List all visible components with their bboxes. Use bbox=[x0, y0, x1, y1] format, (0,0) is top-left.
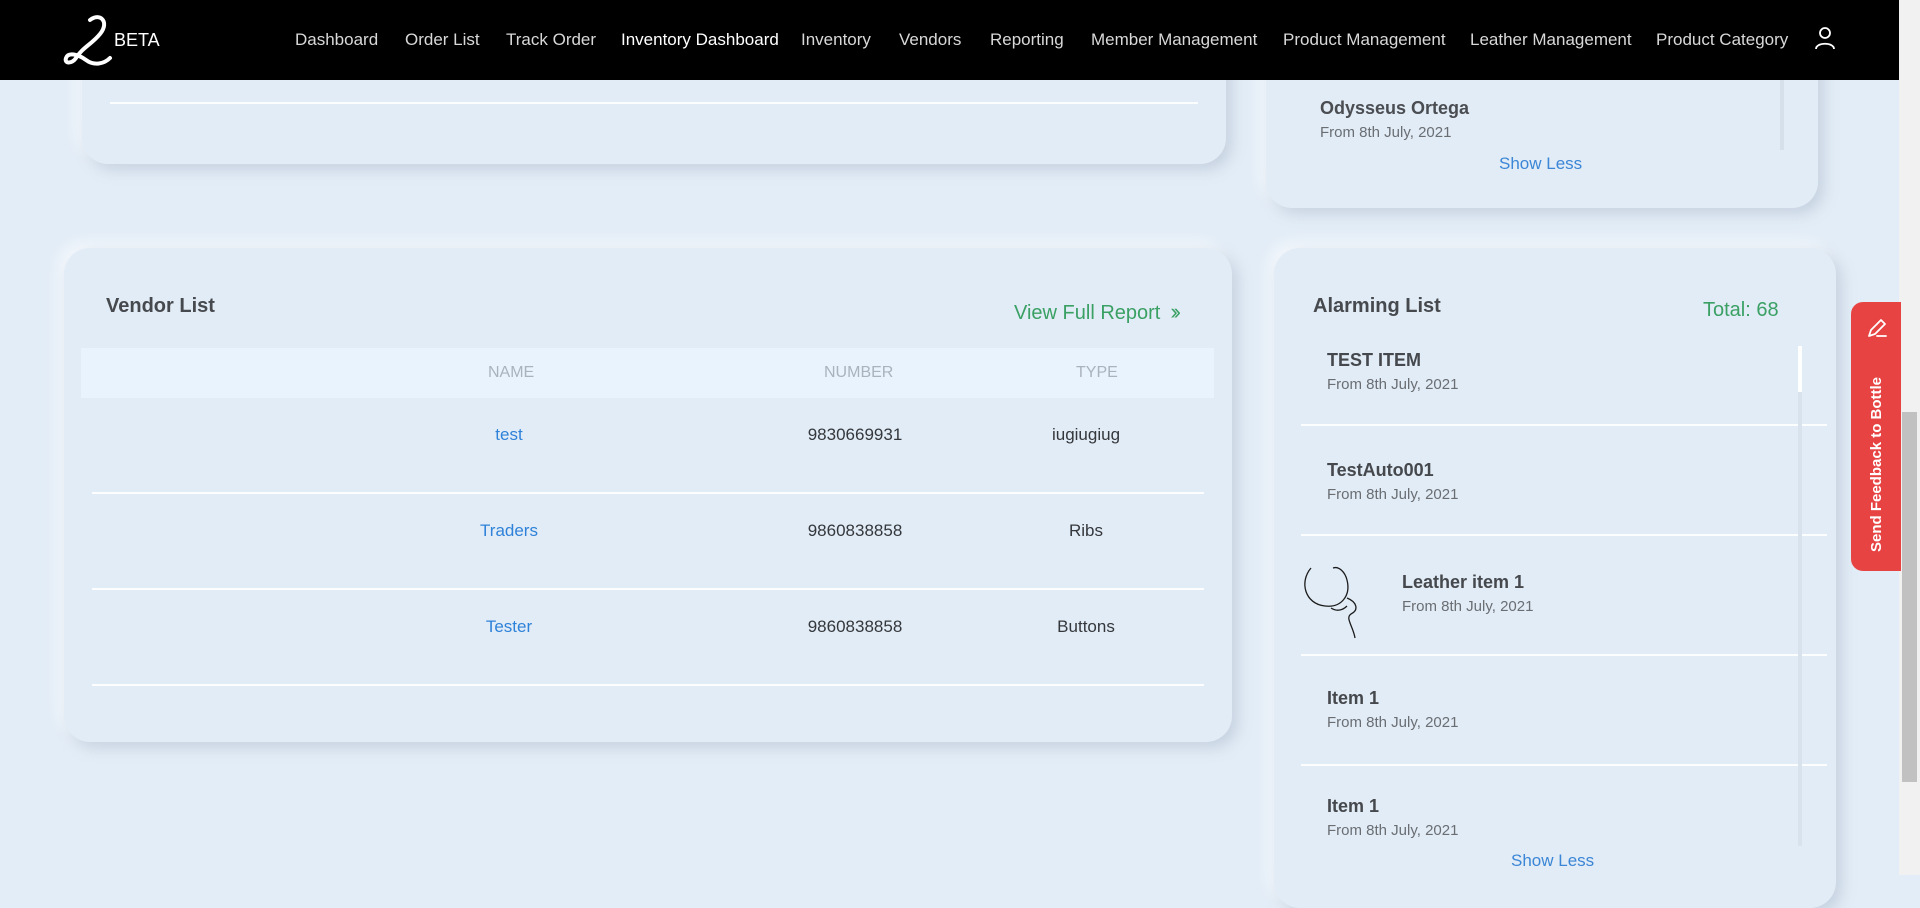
view-full-report-label: View Full Report bbox=[1014, 302, 1161, 324]
alarm-item-date: From 8th July, 2021 bbox=[1327, 376, 1459, 393]
nav-vendors[interactable]: Vendors bbox=[899, 30, 961, 50]
alarm-item-name: TEST ITEM bbox=[1327, 350, 1421, 370]
vendor-type: Ribs bbox=[1068, 521, 1104, 540]
send-feedback-label: Send Feedback to Bottle bbox=[1868, 376, 1885, 552]
vendor-type: iugiugiug bbox=[1051, 425, 1121, 444]
alarm-item-name: Item 1 bbox=[1327, 796, 1380, 816]
list-item[interactable]: Item 1 From 8th July, 2021 bbox=[1301, 768, 1827, 848]
alarm-item-date: From 8th July, 2021 bbox=[1402, 598, 1534, 615]
column-header-number: NUMBER bbox=[824, 364, 894, 381]
alarm-item-date: From 8th July, 2021 bbox=[1327, 486, 1459, 503]
list-item[interactable]: TestAuto001 From 8th July, 2021 bbox=[1301, 428, 1827, 536]
logo-icon[interactable] bbox=[60, 14, 116, 68]
nav-member-management[interactable]: Member Management bbox=[1091, 30, 1257, 50]
nav-product-category[interactable]: Product Category bbox=[1656, 30, 1788, 50]
row-divider bbox=[1301, 424, 1827, 426]
nav-order-list[interactable]: Order List bbox=[405, 30, 480, 50]
row-divider bbox=[1301, 534, 1827, 536]
alarming-list-title: Alarming List bbox=[1313, 295, 1441, 317]
alarming-total: Total: 68 bbox=[1703, 299, 1779, 321]
vendor-number: 9860838858 bbox=[807, 521, 903, 540]
table-row: Traders 9860838858 Ribs bbox=[92, 494, 1204, 590]
table-row: test 9830669931 iugiugiug bbox=[92, 398, 1204, 494]
nav-product-management[interactable]: Product Management bbox=[1283, 30, 1446, 50]
nav-inventory-dashboard[interactable]: Inventory Dashboard bbox=[621, 30, 779, 50]
vendor-type: Buttons bbox=[1057, 617, 1115, 636]
row-divider bbox=[1301, 764, 1827, 766]
row-divider bbox=[110, 102, 1198, 104]
double-chevron-right-icon: ›› bbox=[1170, 299, 1180, 324]
list-item[interactable]: Item 1 From 8th July, 2021 bbox=[1301, 658, 1827, 766]
page-scrollbar-thumb[interactable] bbox=[1902, 412, 1917, 782]
top-navbar: BETA Dashboard Order List Track Order In… bbox=[0, 0, 1899, 80]
list-item[interactable]: TEST ITEM From 8th July, 2021 bbox=[1301, 346, 1827, 426]
nav-dashboard[interactable]: Dashboard bbox=[295, 30, 378, 50]
alarm-item-name: Leather item 1 bbox=[1402, 572, 1525, 592]
vendor-name-link[interactable]: Tester bbox=[486, 617, 532, 637]
list-scrollbar[interactable] bbox=[1798, 346, 1802, 846]
vendor-number: 9860838858 bbox=[807, 617, 903, 636]
send-feedback-tab[interactable]: Send Feedback to Bottle bbox=[1851, 302, 1901, 571]
table-header: NAME NUMBER TYPE bbox=[81, 348, 1214, 398]
vendor-list-card: Vendor List View Full Report ›› NAME NUMB… bbox=[64, 248, 1232, 742]
table-row: Tester 9860838858 Buttons bbox=[92, 590, 1204, 686]
leather-item-thumbnail bbox=[1304, 566, 1357, 639]
vendor-number: 9830669931 bbox=[807, 425, 903, 444]
nav-inventory[interactable]: Inventory bbox=[801, 30, 871, 50]
alarm-item-date: From 8th July, 2021 bbox=[1327, 822, 1459, 839]
row-divider bbox=[1301, 654, 1827, 656]
list-scrollbar-thumb[interactable] bbox=[1798, 346, 1802, 392]
alarm-item-name: TestAuto001 bbox=[1327, 460, 1434, 480]
vendor-name-link[interactable]: Traders bbox=[480, 521, 538, 541]
alarm-item-date: From 8th July, 2021 bbox=[1327, 714, 1459, 731]
nav-leather-management[interactable]: Leather Management bbox=[1470, 30, 1632, 50]
list-item[interactable]: Leather item 1 From 8th July, 2021 bbox=[1301, 538, 1827, 656]
show-less-link[interactable]: Show Less bbox=[1511, 851, 1594, 871]
list-item-date: From 8th July, 2021 bbox=[1320, 124, 1452, 141]
pencil-icon bbox=[1868, 319, 1887, 337]
alarming-list-card: Alarming List Total: 68 TEST ITEM From 8… bbox=[1274, 248, 1836, 908]
column-header-name: NAME bbox=[488, 364, 535, 381]
list-item-name: Odysseus Ortega bbox=[1320, 98, 1470, 118]
column-header-type: TYPE bbox=[1076, 364, 1118, 381]
row-divider bbox=[92, 684, 1204, 686]
user-icon[interactable] bbox=[1813, 26, 1837, 50]
beta-label: BETA bbox=[114, 30, 160, 50]
view-full-report-link[interactable]: View Full Report ›› bbox=[1014, 299, 1181, 325]
nav-track-order[interactable]: Track Order bbox=[506, 30, 596, 50]
nav-reporting[interactable]: Reporting bbox=[990, 30, 1064, 50]
alarm-item-name: Item 1 bbox=[1327, 688, 1380, 708]
show-less-link[interactable]: Show Less bbox=[1499, 154, 1582, 174]
vendor-list-title: Vendor List bbox=[106, 295, 215, 317]
page-scrollbar[interactable] bbox=[1899, 0, 1920, 875]
vendor-name-link[interactable]: test bbox=[495, 425, 522, 445]
